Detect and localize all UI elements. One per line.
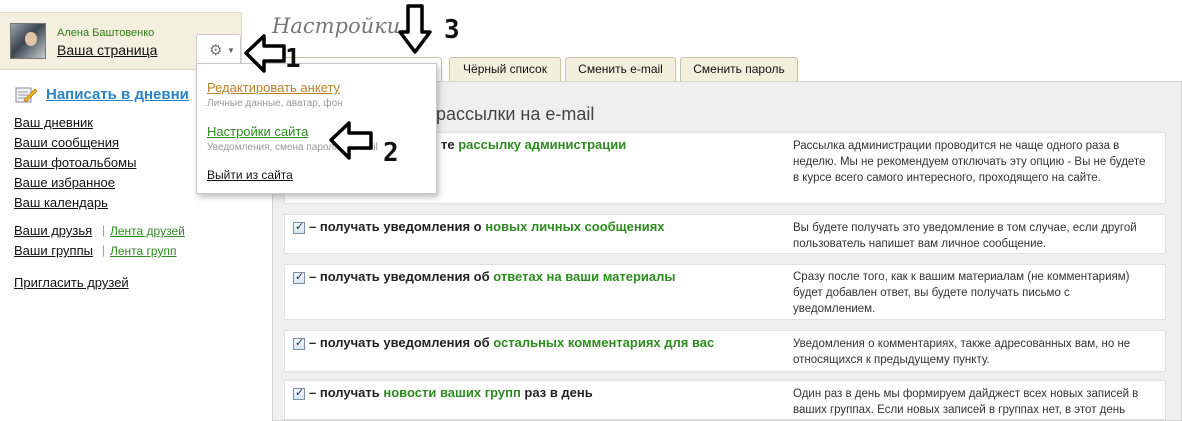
settings-dropdown-menu: Редактировать анкету Личные данные, ават… [196,63,437,194]
sidebar-item-favorites[interactable]: Ваше избранное [14,175,115,190]
sidebar-item-calendar[interactable]: Ваш календарь [14,195,108,210]
option-label: – получать новости ваших групп раз в ден… [309,385,593,400]
groups-feed-link[interactable]: Лента групп [110,244,176,258]
option-description: Один раз в день мы формируем дайджест вс… [793,388,1139,416]
settings-menu-button[interactable]: ⚙ ▼ [196,34,241,64]
chevron-down-icon: ▼ [227,46,235,55]
option-label: те рассылку администрации [441,137,627,152]
checkbox-checked-icon[interactable] [293,270,305,284]
sidebar-item-messages[interactable]: Ваши сообщения [14,135,119,150]
separator: | [102,223,106,237]
avatar[interactable] [10,23,46,59]
sidebar-item-photo-albums[interactable]: Ваши фотоальбомы [14,155,136,170]
user-name: Алена Баштовенко [57,27,155,39]
sidebar-item-groups[interactable]: Ваши группы [14,243,93,258]
my-page-link[interactable]: Ваша страница [57,42,157,58]
option-description: Вы будете получать это уведомление в том… [793,222,1137,250]
tab-change-password[interactable]: Сменить пароль [680,57,798,81]
option-label: – получать уведомления об ответах на ваш… [309,269,676,284]
separator: | [102,243,106,257]
gear-icon: ⚙ [209,42,223,59]
option-label: – получать уведомления об остальных комм… [309,335,715,350]
friends-feed-link[interactable]: Лента друзей [110,224,185,238]
arrow-left-icon [244,34,286,73]
arrow-left-icon [329,121,373,160]
checkbox-checked-icon[interactable] [293,336,305,350]
site-settings-menu-item[interactable]: Настройки сайта [207,124,308,139]
option-row: – получать уведомления об остальных комм… [284,330,1166,372]
option-row: – получать новости ваших групп раз в ден… [284,380,1166,420]
tab-change-email[interactable]: Сменить e-mail [565,57,676,81]
annotation-number: 1 [285,44,301,74]
sidebar-item-diary[interactable]: Ваш дневник [14,115,93,130]
logout-menu-item[interactable]: Выйти из сайта [207,168,293,182]
option-description: Уведомления о комментариях, также адресо… [793,338,1131,366]
option-description: Сразу после того, как к вашим материалам… [793,271,1130,315]
annotation-number: 3 [444,15,460,45]
edit-profile-description: Личные данные, аватар, фон [207,98,343,109]
annotation-number: 2 [383,138,399,168]
page-title: Настройки [272,14,401,38]
checkbox-checked-icon[interactable] [293,386,305,400]
tab-blacklist[interactable]: Чёрный список [449,57,561,81]
option-row: – получать уведомления о новых личных со… [284,214,1166,254]
invite-friends-link[interactable]: Пригласить друзей [14,275,129,290]
edit-profile-menu-item[interactable]: Редактировать анкету [207,80,340,95]
option-row: – получать уведомления об ответах на ваш… [284,264,1166,320]
sidebar-item-friends[interactable]: Ваши друзья [14,223,92,238]
option-label: – получать уведомления о новых личных со… [309,219,665,234]
checkbox-checked-icon[interactable] [293,220,305,234]
pencil-icon [15,87,37,103]
section-title: рассылки на e-mail [436,104,595,124]
write-diary-link[interactable]: Написать в дневни [46,86,189,103]
arrow-down-icon [398,4,432,54]
option-description: Рассылка администрации проводится не чащ… [793,140,1146,184]
